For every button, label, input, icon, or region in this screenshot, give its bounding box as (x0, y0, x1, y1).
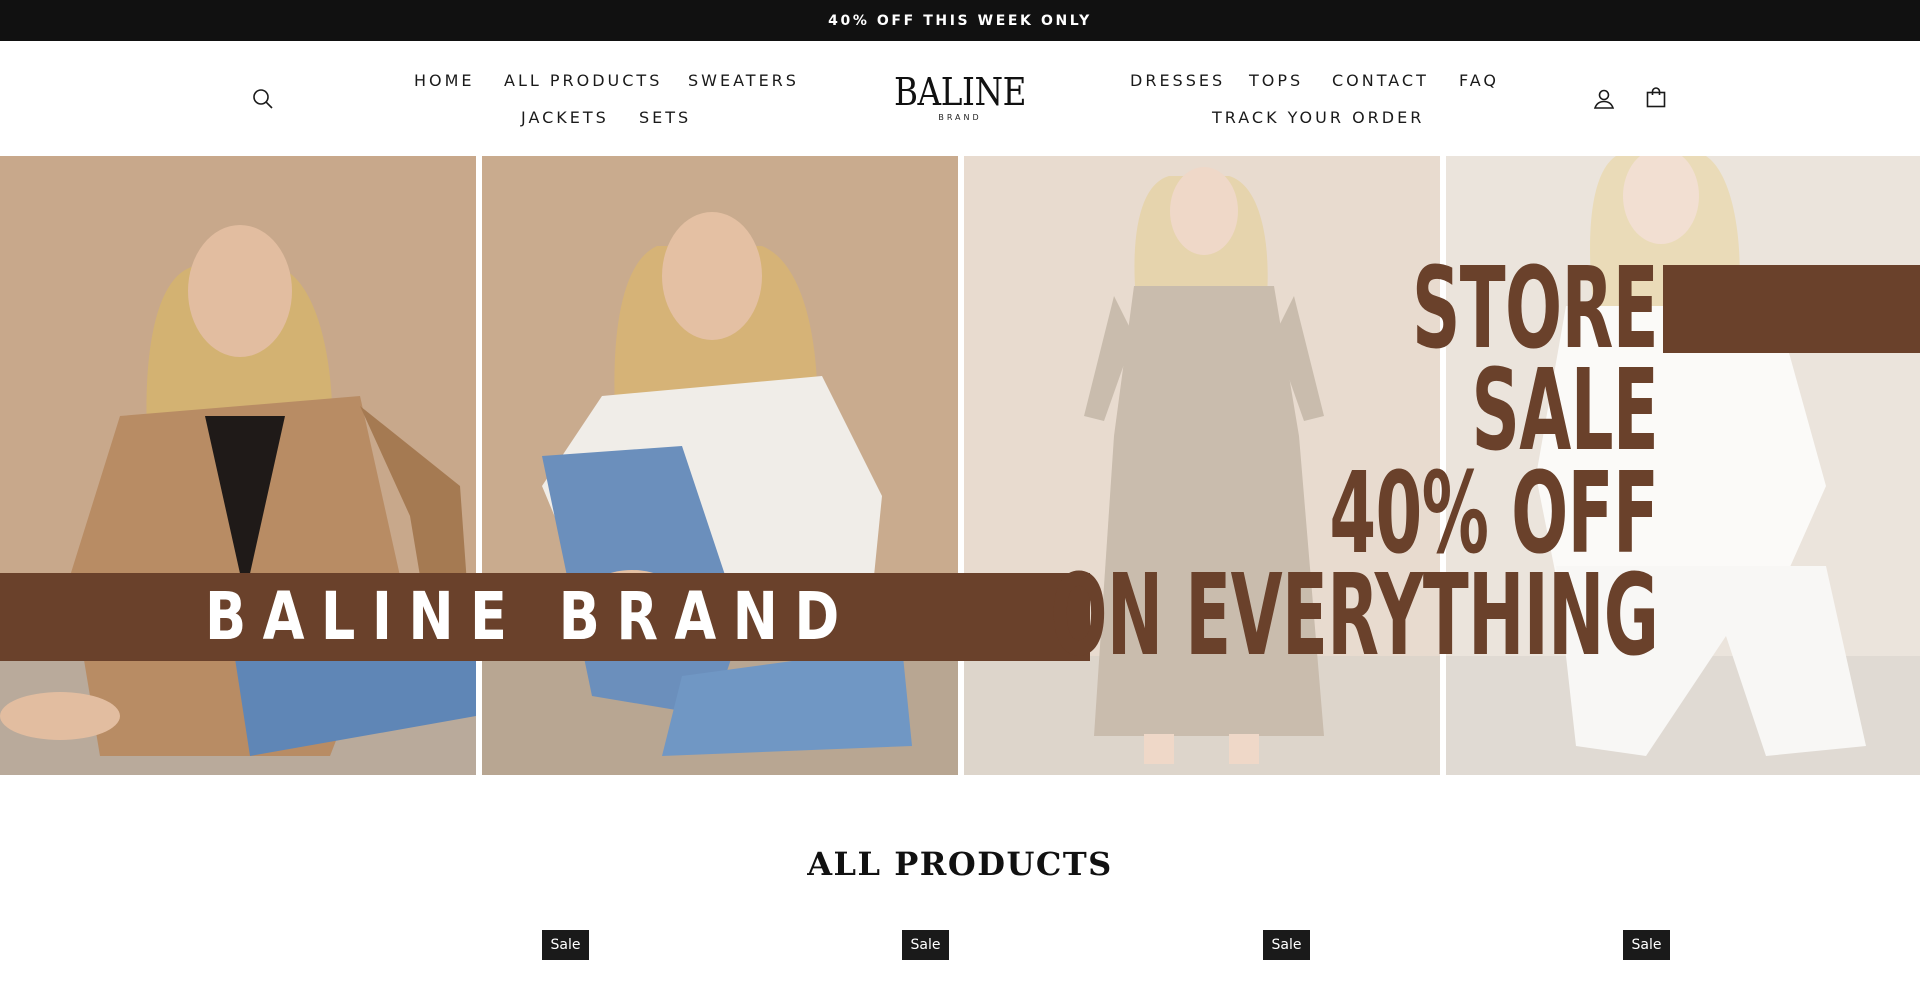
sale-badge: Sale (1263, 930, 1310, 960)
section-title: ALL PRODUCTS (807, 845, 1113, 883)
sale-badge: Sale (1623, 930, 1670, 960)
logo-sub: BRAND (938, 113, 982, 122)
nav-dresses[interactable]: DRESSES (1130, 71, 1225, 90)
search-icon[interactable] (245, 81, 281, 117)
store-band (1663, 265, 1920, 353)
bag-icon[interactable] (1638, 79, 1674, 115)
nav-track-order[interactable]: TRACK YOUR ORDER (1212, 108, 1424, 127)
hero-brand-text: BALINE BRAND (205, 578, 856, 655)
user-icon[interactable] (1586, 81, 1622, 117)
nav-tops[interactable]: TOPS (1249, 71, 1303, 90)
hero-sale-line-everything: ON EVERYTHING (1050, 551, 1659, 681)
panel-divider (958, 156, 964, 775)
nav-all-products[interactable]: ALL PRODUCTS (504, 71, 662, 90)
nav-contact[interactable]: CONTACT (1332, 71, 1429, 90)
panel-divider (476, 156, 482, 775)
nav-faq[interactable]: FAQ (1459, 71, 1499, 90)
logo-name: BALINE (893, 70, 1027, 114)
hero-image-blouse (482, 156, 958, 775)
nav-home[interactable]: HOME (414, 71, 475, 90)
announcement-text: 40% OFF THIS WEEK ONLY (828, 12, 1092, 29)
hero-image-blazer (0, 156, 476, 775)
nav-sweaters[interactable]: SWEATERS (688, 71, 799, 90)
sale-badge: Sale (902, 930, 949, 960)
site-header: HOME ALL PRODUCTS SWEATERS JACKETS SETS … (0, 41, 1920, 156)
announcement-bar: 40% OFF THIS WEEK ONLY (0, 0, 1920, 41)
nav-sets[interactable]: SETS (639, 108, 691, 127)
nav-jackets[interactable]: JACKETS (521, 108, 609, 127)
brand-logo[interactable]: BALINE BRAND (880, 72, 1040, 122)
sale-badge: Sale (542, 930, 589, 960)
